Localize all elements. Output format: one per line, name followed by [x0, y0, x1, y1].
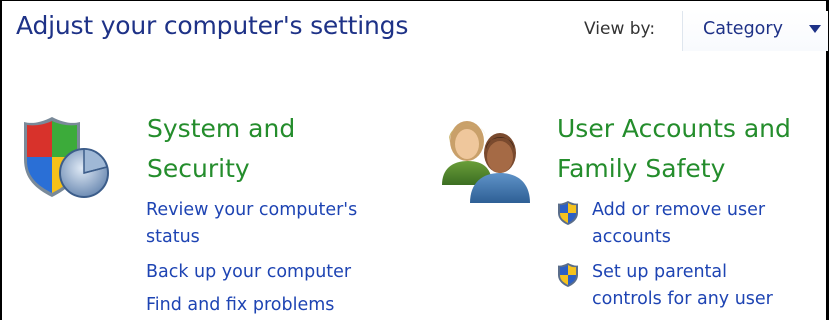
- category-title-system-security[interactable]: System and Security: [147, 109, 295, 189]
- link-text: controls for any user: [592, 289, 773, 309]
- link-review-status[interactable]: Review your computer's status: [146, 197, 357, 251]
- view-by-label: View by:: [584, 19, 656, 39]
- uac-shield-icon: [556, 200, 580, 226]
- users-icon[interactable]: [434, 113, 534, 205]
- chevron-down-icon: [809, 25, 821, 33]
- link-text: Add or remove user: [592, 200, 766, 220]
- link-text: Review your computer's: [146, 200, 358, 220]
- link-parental-controls[interactable]: Set up parental controls for any user: [592, 259, 773, 313]
- link-text: Back up your computer: [146, 262, 352, 282]
- page-title: Adjust your computer's settings: [16, 11, 409, 40]
- category-title-line1: System and: [147, 114, 296, 143]
- link-text: accounts: [592, 227, 671, 247]
- link-find-fix-problems[interactable]: Find and fix problems: [146, 292, 334, 319]
- category-title-line1: User Accounts and: [557, 114, 791, 143]
- link-add-remove-accounts[interactable]: Add or remove user accounts: [592, 197, 765, 251]
- category-title-line2: Security: [147, 154, 250, 183]
- view-by-dropdown[interactable]: Category: [682, 11, 828, 51]
- shield-pie-icon[interactable]: [22, 113, 112, 203]
- view-by-value: Category: [703, 19, 783, 39]
- link-text: status: [146, 227, 200, 247]
- link-back-up[interactable]: Back up your computer: [146, 259, 351, 286]
- uac-shield-icon: [556, 262, 580, 288]
- category-title-user-accounts[interactable]: User Accounts and Family Safety: [557, 109, 791, 189]
- category-title-line2: Family Safety: [557, 154, 726, 183]
- link-text: Find and fix problems: [146, 295, 335, 315]
- link-text: Set up parental: [592, 262, 728, 282]
- control-panel-window: Adjust your computer's settings View by:…: [0, 0, 829, 320]
